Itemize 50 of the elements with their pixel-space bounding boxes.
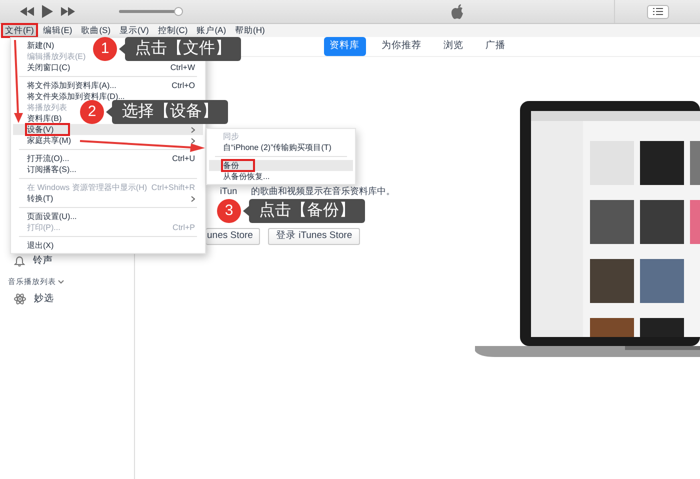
pointer-triangle — [119, 44, 125, 54]
menu-item[interactable]: 歌曲(S) — [79, 25, 113, 36]
apple-logo-icon — [451, 4, 465, 20]
menu-item[interactable]: 从备份恢复... — [209, 171, 353, 182]
menu-item[interactable]: 新建(N) — [13, 40, 56, 51]
tab[interactable]: 为你推荐 — [376, 37, 428, 56]
menu-item[interactable]: 转换(T) — [13, 193, 203, 204]
menu-item[interactable]: 文件(F) — [3, 25, 36, 36]
menu-item[interactable]: 订阅播客(S)... — [13, 164, 78, 175]
pointer-triangle — [106, 107, 112, 117]
hint-text: 的歌曲和视频显示在音乐资料库中。 — [251, 184, 396, 198]
sidebar-item[interactable]: 铃声 — [33, 254, 53, 269]
sidebar-item[interactable]: 妙选 — [34, 292, 54, 306]
callout-tooltip: 点击【文件】 — [125, 37, 241, 61]
fast-forward-icon[interactable] — [61, 7, 75, 16]
chevron-down-icon[interactable] — [58, 280, 64, 284]
menu-item[interactable]: 资料库(B) — [13, 113, 64, 124]
bell-icon — [14, 256, 25, 267]
menu-item[interactable]: 家庭共享(M) — [13, 135, 203, 146]
tab[interactable]: 资料库 — [324, 37, 366, 56]
play-icon[interactable] — [42, 5, 53, 18]
menu-item[interactable]: 将文件夹添加到资料库(D)... — [13, 91, 127, 102]
menu-item[interactable]: 设备(V) — [13, 124, 203, 135]
menu-item[interactable]: 账户(A) — [194, 25, 228, 36]
menu-item[interactable]: 自“iPhone (2)”传输购买项目(T) — [209, 142, 353, 153]
menu-item[interactable]: 帮助(H) — [233, 25, 267, 36]
volume-slider[interactable] — [119, 7, 182, 16]
tab[interactable]: 浏览 — [438, 37, 470, 56]
step-number: 3 — [217, 199, 241, 223]
menu-item[interactable]: 关闭窗口(C) Ctrl+W — [13, 62, 203, 73]
menu-item[interactable]: 编辑(E) — [40, 25, 74, 36]
menu-item[interactable]: 页面设置(U)... — [13, 211, 79, 222]
atom-icon — [14, 292, 26, 305]
menu-item[interactable]: 显示(V) — [118, 25, 151, 36]
menu-item[interactable]: 备份 — [209, 160, 353, 171]
list-view-button[interactable] — [646, 4, 668, 18]
store-button[interactable]: unes Store — [206, 228, 260, 245]
menu-item[interactable]: 将文件添加到资料库(A)... Ctrl+O — [13, 80, 203, 91]
list-icon — [652, 8, 662, 15]
pointer-triangle — [243, 206, 249, 216]
store-button[interactable]: 登录 iTunes Store — [268, 228, 360, 245]
menu-item[interactable]: 打开流(O)... Ctrl+U — [13, 153, 203, 164]
hint-text: iTun — [220, 184, 238, 198]
rewind-icon[interactable] — [20, 7, 34, 16]
tab[interactable]: 广播 — [480, 37, 512, 56]
callout-tooltip: 点击【备份】 — [249, 199, 365, 223]
chevron-right-icon — [191, 196, 195, 202]
menu-item[interactable]: 控制(C) — [156, 25, 190, 36]
menu-item[interactable]: 退出(X) — [13, 240, 56, 251]
callout-tooltip: 选择【设备】 — [112, 100, 228, 124]
